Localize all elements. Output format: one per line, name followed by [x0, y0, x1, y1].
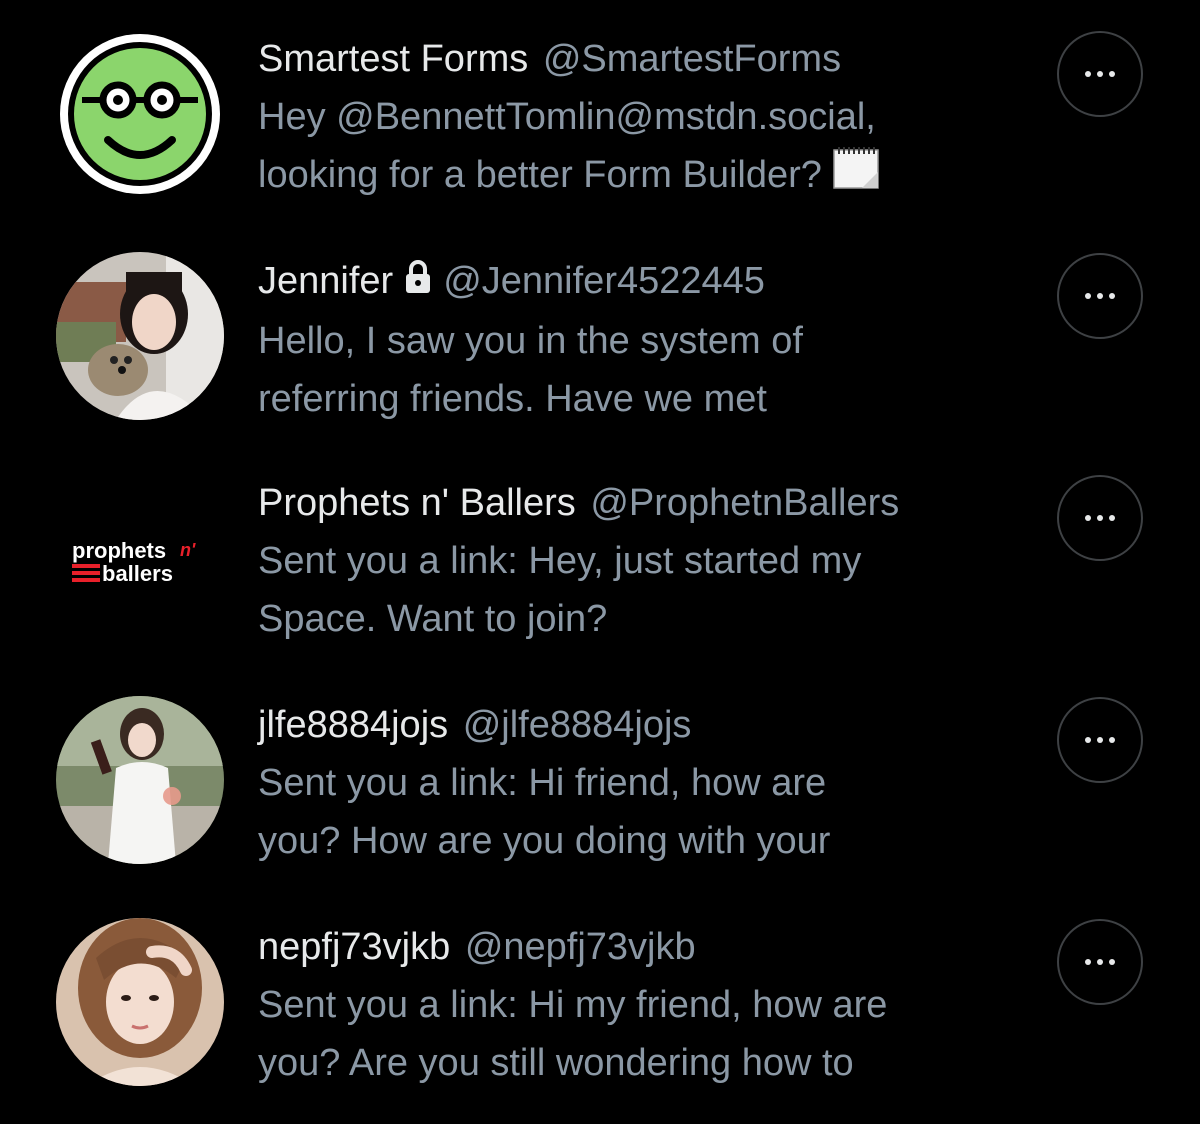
sender-handle: @nepfj73vjkb: [464, 926, 696, 968]
sender-handle: @SmartestForms: [542, 38, 842, 80]
svg-text:ballers: ballers: [102, 561, 173, 586]
more-options-button[interactable]: [1057, 253, 1143, 339]
message-preview-text: Hey @BennettTomlin@mstdn.social, looking…: [258, 96, 876, 196]
sender-header: nepfj73vjkb @nepfj73vjkb: [258, 922, 1038, 972]
more-options-button[interactable]: [1057, 31, 1143, 117]
dot-icon: [1109, 959, 1115, 965]
dot-icon: [1097, 737, 1103, 743]
dot-icon: [1085, 959, 1091, 965]
message-preview: Sent you a link: Hi my friend, how are y…: [258, 984, 888, 1084]
dot-icon: [1109, 515, 1115, 521]
avatar[interactable]: [56, 918, 224, 1086]
dot-icon: [1085, 293, 1091, 299]
svg-text:n': n': [180, 540, 196, 560]
sender-handle: @Jennifer4522445: [443, 260, 765, 302]
message-content: Smartest Forms @SmartestForms Hey @Benne…: [258, 34, 1038, 207]
message-preview: Hey @BennettTomlin@mstdn.social, looking…: [258, 88, 1038, 207]
woman-portrait-photo: [56, 918, 224, 1086]
sender-name: Prophets n' Ballers: [258, 482, 576, 524]
message-preview: Sent you a link: Hey, just started my Sp…: [258, 540, 862, 640]
dot-icon: [1097, 71, 1103, 77]
green-smiley-glasses-icon: [60, 34, 220, 194]
avatar[interactable]: [56, 252, 224, 420]
sender-name: Smartest Forms: [258, 38, 529, 80]
dot-icon: [1085, 515, 1091, 521]
dot-icon: [1085, 737, 1091, 743]
sender-name: Jennifer: [258, 260, 394, 302]
list-item[interactable]: prophets n' ballers Prophets n' Ballers …: [0, 444, 1200, 666]
dot-icon: [1097, 293, 1103, 299]
more-options-button[interactable]: [1057, 919, 1143, 1005]
sender-handle: @jlfe8884jojs: [462, 704, 692, 746]
avatar[interactable]: prophets n' ballers: [56, 504, 224, 614]
dot-icon: [1109, 71, 1115, 77]
message-request-list: Smartest Forms @SmartestForms Hey @Benne…: [0, 0, 1200, 1124]
prophets-ballers-logo: prophets n' ballers: [56, 504, 224, 614]
lock-icon: [403, 258, 433, 308]
dot-icon: [1109, 737, 1115, 743]
dot-icon: [1109, 293, 1115, 299]
sender-header: Prophets n' Ballers @ProphetnBallers: [258, 478, 1038, 528]
list-item[interactable]: Jennifer @Jennifer4522445 Hello, I saw yo…: [0, 222, 1200, 444]
sender-header: Jennifer @Jennifer4522445: [258, 256, 1038, 308]
message-content: nepfj73vjkb @nepfj73vjkb Sent you a link…: [258, 922, 1038, 1092]
notepad-icon: [832, 146, 880, 207]
sender-name: jlfe8884jojs: [258, 704, 449, 746]
woman-in-white-photo: [56, 696, 224, 864]
message-content: Prophets n' Ballers @ProphetnBallers Sen…: [258, 478, 1038, 648]
avatar[interactable]: [56, 696, 224, 864]
message-preview: Sent you a link: Hi friend, how are you?…: [258, 762, 831, 862]
list-item[interactable]: jlfe8884jojs @jlfe8884jojs Sent you a li…: [0, 666, 1200, 888]
dot-icon: [1085, 71, 1091, 77]
more-options-button[interactable]: [1057, 697, 1143, 783]
avatar[interactable]: [56, 30, 224, 198]
message-content: jlfe8884jojs @jlfe8884jojs Sent you a li…: [258, 700, 1038, 870]
sender-name: nepfj73vjkb: [258, 926, 451, 968]
svg-text:prophets: prophets: [72, 538, 166, 563]
message-preview: Hello, I saw you in the system of referr…: [258, 319, 803, 420]
sender-handle: @ProphetnBallers: [590, 482, 900, 524]
message-content: Jennifer @Jennifer4522445 Hello, I saw yo…: [258, 256, 1038, 428]
dot-icon: [1097, 959, 1103, 965]
woman-with-dog-photo: [56, 252, 224, 420]
sender-header: jlfe8884jojs @jlfe8884jojs: [258, 700, 1038, 750]
more-options-button[interactable]: [1057, 475, 1143, 561]
list-item[interactable]: nepfj73vjkb @nepfj73vjkb Sent you a link…: [0, 888, 1200, 1110]
dot-icon: [1097, 515, 1103, 521]
sender-header: Smartest Forms @SmartestForms: [258, 34, 1038, 84]
list-item[interactable]: Smartest Forms @SmartestForms Hey @Benne…: [0, 0, 1200, 222]
